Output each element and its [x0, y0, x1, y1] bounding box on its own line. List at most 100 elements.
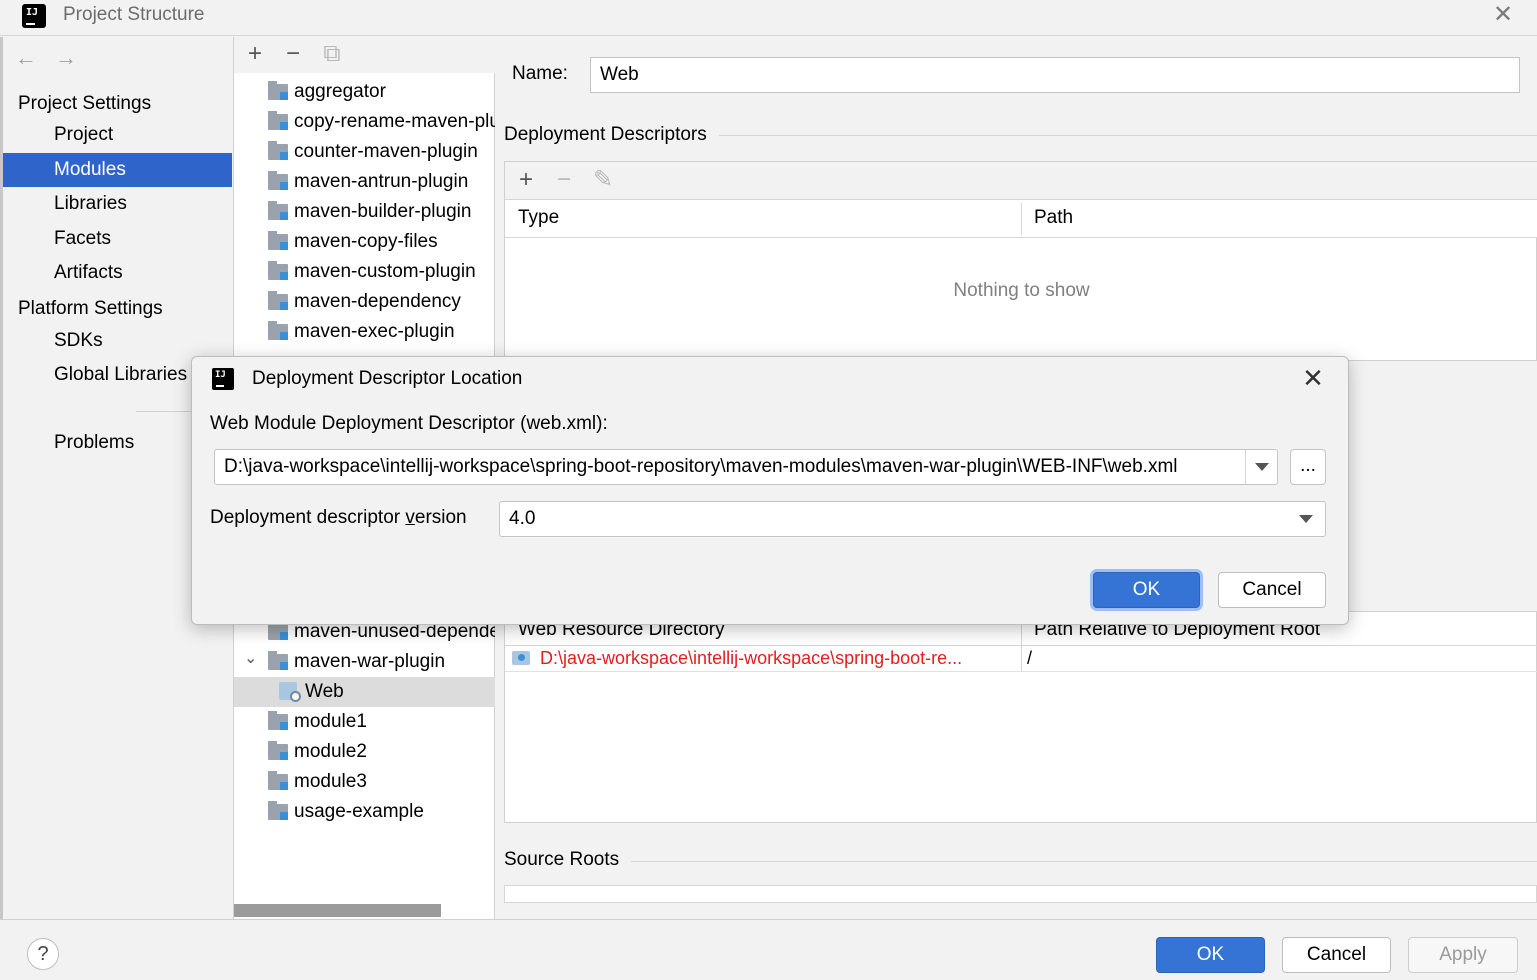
remove-module-icon[interactable]: − — [281, 41, 305, 67]
descriptor-version-value: 4.0 — [509, 508, 536, 529]
tree-item[interactable]: module2 — [234, 737, 495, 767]
tree-item-label: counter-maven-plugin — [294, 141, 478, 162]
forward-arrow-icon[interactable]: → — [55, 45, 77, 71]
table-row[interactable]: D:\java-workspace\intellij-workspace\spr… — [505, 646, 1537, 672]
descriptor-path-value[interactable]: D:\java-workspace\intellij-workspace\spr… — [224, 456, 1178, 478]
module-folder-icon — [268, 621, 288, 640]
dialog-cancel-button[interactable]: Cancel — [1218, 572, 1326, 608]
dialog-title: Deployment Descriptor Location — [252, 368, 523, 389]
deployment-descriptors-title: Deployment Descriptors — [504, 124, 719, 146]
browse-button[interactable]: ... — [1290, 449, 1326, 485]
descriptor-path-label: Web Module Deployment Descriptor (web.xm… — [210, 413, 608, 434]
tree-item[interactable]: maven-dependency — [234, 287, 495, 317]
tree-item-label: module2 — [294, 741, 367, 762]
platform-settings-heading: Platform Settings — [18, 298, 163, 319]
name-label: Name: — [512, 63, 568, 84]
module-folder-icon — [268, 741, 288, 760]
web-resource-directories-table: Web Resource Directory Path Relative to … — [504, 611, 1537, 823]
module-folder-icon — [268, 171, 288, 190]
descriptor-path-dropdown[interactable] — [1245, 450, 1278, 484]
tree-item-label: maven-dependency — [294, 291, 461, 312]
back-arrow-icon[interactable]: ← — [15, 45, 37, 71]
module-folder-icon — [268, 771, 288, 790]
column-header-type[interactable]: Type — [518, 207, 559, 229]
tree-item[interactable]: module1 — [234, 707, 495, 737]
ok-button[interactable]: OK — [1156, 937, 1265, 973]
tree-item-label: maven-war-plugin — [294, 651, 446, 672]
tree-item-label: copy-rename-maven-plugin — [294, 111, 495, 132]
module-folder-icon — [268, 81, 288, 100]
tree-item[interactable]: maven-exec-plugin — [234, 317, 495, 347]
intellij-logo-icon: IJ — [209, 365, 237, 393]
chevron-down-icon — [1299, 515, 1313, 523]
web-resource-path: D:\java-workspace\intellij-workspace\spr… — [540, 648, 963, 668]
tree-item[interactable]: maven-builder-plugin — [234, 197, 495, 227]
tree-item[interactable]: maven-copy-files — [234, 227, 495, 257]
chevron-down-icon[interactable]: ⌄ — [244, 647, 257, 674]
tree-item-label: aggregator — [294, 81, 386, 102]
module-folder-icon — [268, 801, 288, 820]
tree-item-label: Web — [305, 681, 344, 702]
nav-item-facets[interactable]: Facets — [3, 222, 232, 256]
dialog-close-icon[interactable]: ✕ — [1300, 365, 1326, 391]
section-divider — [506, 861, 1537, 862]
tree-item-label: maven-builder-plugin — [294, 201, 472, 222]
cancel-button[interactable]: Cancel — [1282, 937, 1391, 973]
edit-descriptor-icon[interactable]: ✎ — [591, 167, 615, 193]
module-folder-icon — [268, 651, 288, 670]
window-close-icon[interactable]: ✕ — [1490, 2, 1516, 28]
table-header: Type Path — [505, 200, 1537, 238]
module-tree-toolbar: + − ⧉ — [234, 37, 495, 73]
tree-item[interactable]: counter-maven-plugin — [234, 137, 495, 167]
tree-item[interactable]: aggregator — [234, 77, 495, 107]
title-bar: IJ Project Structure ✕ — [0, 0, 1537, 36]
tree-item-label: maven-antrun-plugin — [294, 171, 469, 192]
tree-item[interactable]: maven-antrun-plugin — [234, 167, 495, 197]
copy-module-icon[interactable]: ⧉ — [320, 41, 344, 67]
help-icon[interactable]: ? — [27, 938, 59, 970]
tree-item[interactable]: copy-rename-maven-plugin — [234, 107, 495, 137]
add-module-icon[interactable]: + — [243, 41, 267, 67]
add-descriptor-icon[interactable]: + — [514, 167, 538, 193]
column-header-path[interactable]: Path — [1034, 207, 1073, 229]
nav-item-libraries[interactable]: Libraries — [3, 187, 232, 221]
tree-item[interactable]: usage-example — [234, 797, 495, 827]
module-folder-icon — [268, 711, 288, 730]
horizontal-scrollbar[interactable] — [234, 904, 441, 917]
nav-item-artifacts[interactable]: Artifacts — [3, 256, 232, 290]
dialog-footer: ? OK Cancel Apply — [0, 919, 1537, 980]
chevron-down-icon — [1255, 463, 1269, 471]
tree-item-label: maven-copy-files — [294, 231, 438, 252]
tree-item-label: usage-example — [294, 801, 424, 822]
nav-item-modules[interactable]: Modules — [3, 153, 232, 187]
relative-path: / — [1027, 648, 1033, 668]
tree-item-label: module3 — [294, 771, 367, 792]
module-folder-icon — [268, 141, 288, 160]
nav-item-sdks[interactable]: SDKs — [3, 324, 232, 358]
tree-item-web-facet[interactable]: Web — [234, 677, 495, 707]
source-roots-table — [504, 885, 1537, 903]
intellij-logo-icon: IJ — [19, 1, 49, 31]
project-settings-heading: Project Settings — [18, 93, 152, 114]
tree-item[interactable]: maven-custom-plugin — [234, 257, 495, 287]
web-resource-folder-icon — [512, 651, 530, 665]
window-title: Project Structure — [63, 4, 205, 25]
descriptor-path-combobox[interactable]: D:\java-workspace\intellij-workspace\spr… — [214, 449, 1278, 485]
descriptor-version-select[interactable]: 4.0 — [499, 501, 1326, 537]
tree-item[interactable]: module3 — [234, 767, 495, 797]
column-divider — [1021, 203, 1022, 235]
descriptor-version-label: Deployment descriptor version — [210, 507, 467, 528]
module-folder-icon — [268, 291, 288, 310]
dialog-ok-button[interactable]: OK — [1093, 572, 1200, 608]
empty-table-text: Nothing to show — [953, 280, 1090, 301]
tree-item-label: maven-exec-plugin — [294, 321, 455, 342]
apply-button[interactable]: Apply — [1408, 937, 1518, 973]
module-folder-icon — [268, 321, 288, 340]
tree-item-maven-war-plugin[interactable]: ⌄ maven-war-plugin — [234, 647, 495, 677]
tree-item-label: maven-custom-plugin — [294, 261, 476, 282]
deployment-descriptor-location-dialog: IJ Deployment Descriptor Location ✕ Web … — [191, 356, 1349, 625]
nav-item-project[interactable]: Project — [3, 118, 232, 152]
remove-descriptor-icon[interactable]: − — [552, 167, 576, 193]
name-input[interactable]: Web — [590, 57, 1520, 93]
tree-item-label: module1 — [294, 711, 367, 732]
